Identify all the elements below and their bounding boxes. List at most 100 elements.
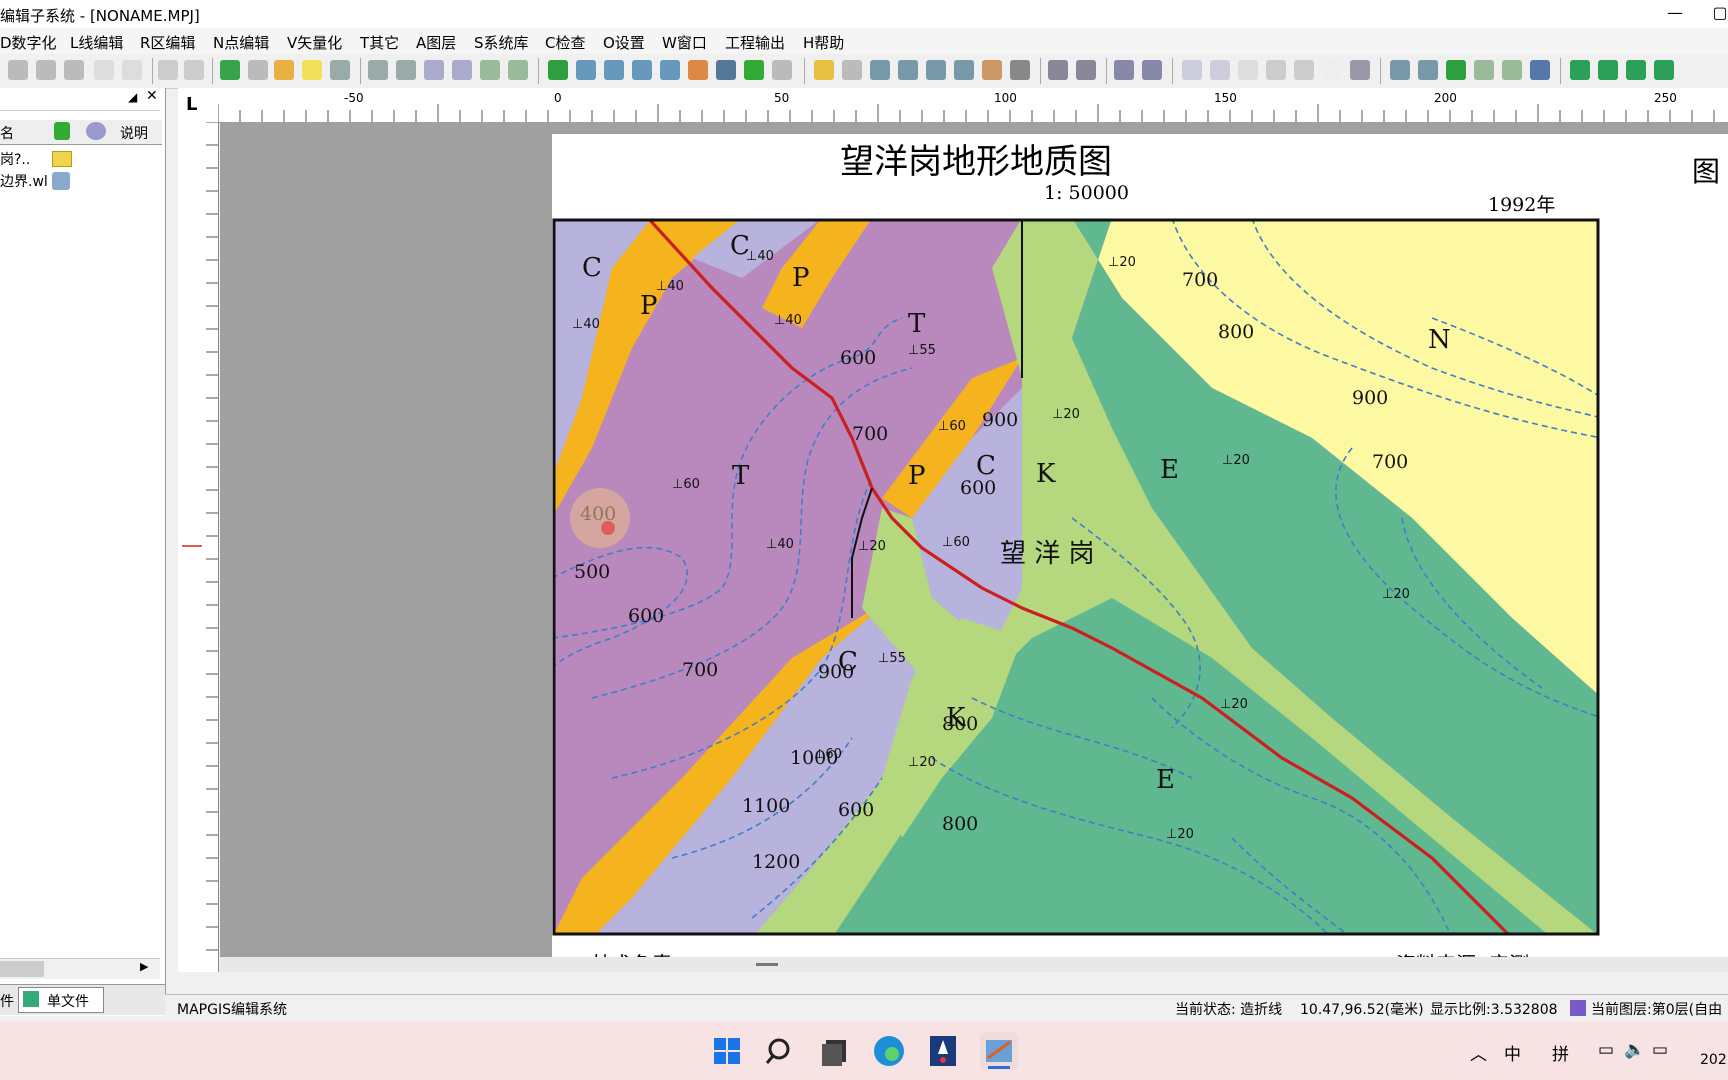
menu-vectorize[interactable]: V矢量化 bbox=[287, 32, 342, 53]
battery-icon[interactable]: ▭ bbox=[1652, 1040, 1668, 1060]
line-tool-icon[interactable] bbox=[274, 60, 294, 80]
menu-digitize[interactable]: D数字化 bbox=[0, 32, 57, 53]
menu-help[interactable]: H帮助 bbox=[803, 32, 844, 53]
app-rocket-icon[interactable] bbox=[924, 1032, 962, 1070]
zoom-out-icon[interactable] bbox=[1210, 60, 1230, 80]
point-tool-1-icon[interactable] bbox=[870, 60, 890, 80]
arrow-up-icon[interactable] bbox=[1570, 60, 1590, 80]
region-tool-3-icon[interactable] bbox=[632, 60, 652, 80]
save-all-icon[interactable] bbox=[64, 60, 84, 80]
contour-label: 1200 bbox=[752, 851, 800, 873]
ime-chinese[interactable]: 中 bbox=[1504, 1040, 1521, 1065]
menu-other[interactable]: T其它 bbox=[360, 32, 399, 53]
layer-tool-1-icon[interactable] bbox=[1390, 60, 1410, 80]
minimize-button[interactable]: — bbox=[1655, 0, 1695, 28]
layer-tool-6-icon[interactable] bbox=[1530, 60, 1550, 80]
region-tool-1-icon[interactable] bbox=[576, 60, 596, 80]
dropdown-icon[interactable] bbox=[248, 60, 268, 80]
digitize-icon[interactable] bbox=[220, 60, 240, 80]
mapgis-app-icon[interactable] bbox=[980, 1032, 1018, 1070]
menu-layer[interactable]: A图层 bbox=[416, 32, 456, 53]
search-icon[interactable] bbox=[762, 1032, 800, 1070]
list-item[interactable]: 边界.wl bbox=[0, 170, 160, 192]
line-style-icon[interactable] bbox=[508, 60, 528, 80]
fix-tool-1-icon[interactable] bbox=[1114, 60, 1134, 80]
edge-browser-icon[interactable] bbox=[870, 1032, 908, 1070]
tray-chevron-icon[interactable]: ︿ bbox=[1470, 1040, 1487, 1065]
point-tool-3-icon[interactable] bbox=[926, 60, 946, 80]
layer-tool-5-icon[interactable] bbox=[1502, 60, 1522, 80]
panel-scrollbar[interactable]: ▶ bbox=[0, 958, 160, 979]
print-icon[interactable] bbox=[184, 60, 204, 80]
map-canvas[interactable]: 望洋岗地形地质图 1: 50000 1992年 图 C P C P T T P … bbox=[220, 122, 1728, 972]
edit-node-icon[interactable] bbox=[396, 60, 416, 80]
save-as-icon[interactable] bbox=[36, 60, 56, 80]
arrow-bottom-icon[interactable] bbox=[1654, 60, 1674, 80]
panel-close-icon[interactable]: ✕ bbox=[146, 88, 158, 104]
scroll-right-icon[interactable]: ▶ bbox=[140, 960, 148, 973]
region-tool-4-icon[interactable] bbox=[660, 60, 680, 80]
menu-line-edit[interactable]: L线编辑 bbox=[70, 32, 123, 53]
menu-window[interactable]: W窗口 bbox=[662, 32, 707, 53]
point-dropdown-icon[interactable] bbox=[842, 60, 862, 80]
menu-project-output[interactable]: 工程输出 bbox=[725, 32, 785, 53]
vector-tool-2-icon[interactable] bbox=[1076, 60, 1096, 80]
point-input-icon[interactable] bbox=[814, 60, 834, 80]
menu-point-edit[interactable]: N点编辑 bbox=[213, 32, 269, 53]
menu-settings[interactable]: O设置 bbox=[603, 32, 645, 53]
zoom-in-icon[interactable] bbox=[1182, 60, 1202, 80]
pointer-icon[interactable] bbox=[122, 60, 142, 80]
pan-hand-icon[interactable] bbox=[1294, 60, 1314, 80]
menu-region-edit[interactable]: R区编辑 bbox=[140, 32, 195, 53]
canvas-hscrollbar[interactable] bbox=[220, 957, 1728, 972]
layer-tool-3-icon[interactable] bbox=[1446, 60, 1466, 80]
menu-system-lib[interactable]: S系统库 bbox=[474, 32, 529, 53]
region-fill-icon[interactable] bbox=[744, 60, 764, 80]
col-desc[interactable]: 说明 bbox=[120, 123, 148, 143]
region-grid-icon[interactable] bbox=[716, 60, 736, 80]
list-item[interactable]: 岗?.. bbox=[0, 148, 160, 170]
arrow-top-icon[interactable] bbox=[1626, 60, 1646, 80]
col-name[interactable]: 名 bbox=[0, 123, 14, 143]
panel-pin-icon[interactable]: ◢ bbox=[128, 90, 137, 104]
paste-icon[interactable] bbox=[452, 60, 472, 80]
save-icon[interactable] bbox=[8, 60, 28, 80]
dip-label: ⊥40 bbox=[572, 317, 600, 332]
ime-pinyin[interactable]: 拼 bbox=[1552, 1040, 1569, 1065]
point-tool-5-icon[interactable] bbox=[982, 60, 1002, 80]
print-preview-icon[interactable] bbox=[158, 60, 178, 80]
trace-icon[interactable] bbox=[330, 60, 350, 80]
vector-tool-1-icon[interactable] bbox=[1048, 60, 1068, 80]
zoom-window-icon[interactable] bbox=[1266, 60, 1286, 80]
region-input-icon[interactable] bbox=[548, 60, 568, 80]
windows-start-icon[interactable] bbox=[708, 1032, 746, 1070]
zoom-1to1-icon[interactable] bbox=[1238, 60, 1258, 80]
scroll-thumb[interactable] bbox=[0, 961, 44, 977]
undo-icon[interactable] bbox=[94, 60, 114, 80]
task-view-icon[interactable] bbox=[816, 1032, 854, 1070]
region-tool-2-icon[interactable] bbox=[604, 60, 624, 80]
layer-tool-2-icon[interactable] bbox=[1418, 60, 1438, 80]
cut-line-icon[interactable] bbox=[368, 60, 388, 80]
full-extent-icon[interactable] bbox=[1350, 60, 1370, 80]
region-param-icon[interactable] bbox=[772, 60, 792, 80]
snap-icon[interactable] bbox=[302, 60, 322, 80]
ruler-corner[interactable]: L bbox=[178, 88, 218, 123]
scroll-grip[interactable] bbox=[756, 963, 778, 966]
volume-icon[interactable]: 🔈 bbox=[1624, 1040, 1645, 1060]
refresh-icon[interactable] bbox=[1322, 60, 1342, 80]
fix-tool-2-icon[interactable] bbox=[1142, 60, 1162, 80]
dip-label: ⊥20 bbox=[1166, 827, 1194, 842]
point-tool-2-icon[interactable] bbox=[898, 60, 918, 80]
maximize-button[interactable]: ▢ bbox=[1700, 0, 1728, 28]
menu-check[interactable]: C检查 bbox=[545, 32, 585, 53]
arrow-down-icon[interactable] bbox=[1598, 60, 1618, 80]
copy-icon[interactable] bbox=[424, 60, 444, 80]
point-tool-6-icon[interactable] bbox=[1010, 60, 1030, 80]
point-tool-4-icon[interactable] bbox=[954, 60, 974, 80]
line-param-icon[interactable] bbox=[480, 60, 500, 80]
network-icon[interactable]: ▭ bbox=[1598, 1040, 1614, 1060]
tab-single-file[interactable]: 单文件 bbox=[18, 987, 104, 1013]
region-tool-5-icon[interactable] bbox=[688, 60, 708, 80]
layer-tool-4-icon[interactable] bbox=[1474, 60, 1494, 80]
